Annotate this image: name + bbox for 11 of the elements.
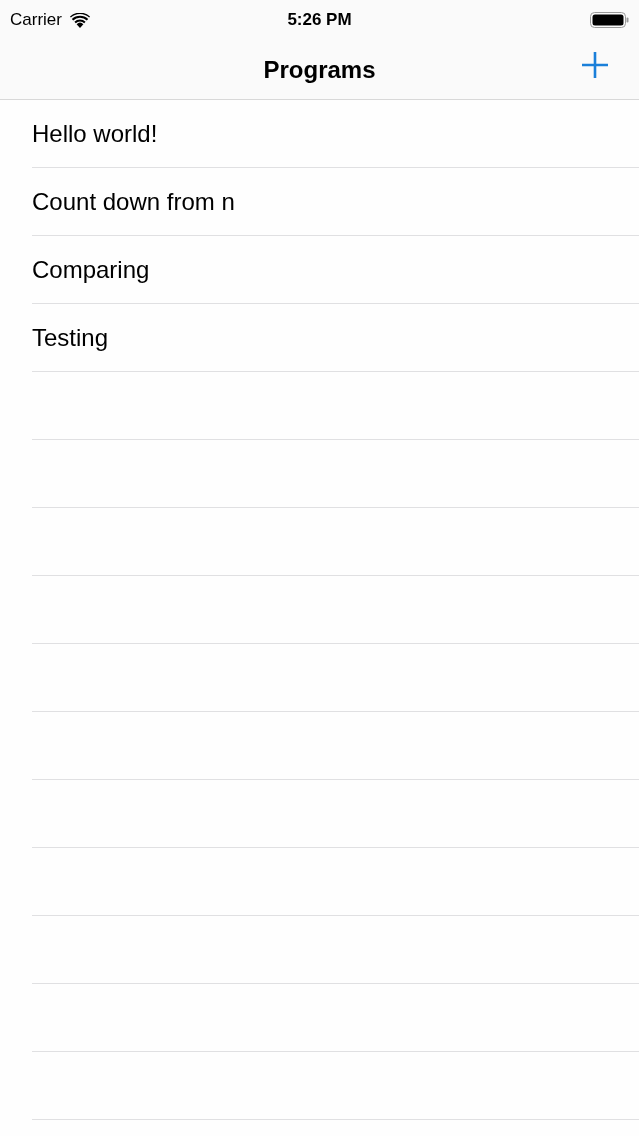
wifi-icon bbox=[69, 12, 90, 28]
status-time: 5:26 PM bbox=[287, 9, 352, 32]
program-row[interactable]: Testing bbox=[32, 304, 639, 372]
add-button[interactable] bbox=[579, 49, 611, 81]
program-row[interactable]: Count down from n bbox=[32, 168, 639, 236]
battery-icon bbox=[590, 12, 629, 28]
program-row[interactable]: Hello world! bbox=[32, 100, 639, 168]
plus-icon bbox=[581, 51, 609, 79]
carrier-label: Carrier bbox=[10, 9, 62, 32]
nav-title: Programs bbox=[263, 54, 376, 85]
program-row[interactable]: Comparing bbox=[32, 236, 639, 304]
